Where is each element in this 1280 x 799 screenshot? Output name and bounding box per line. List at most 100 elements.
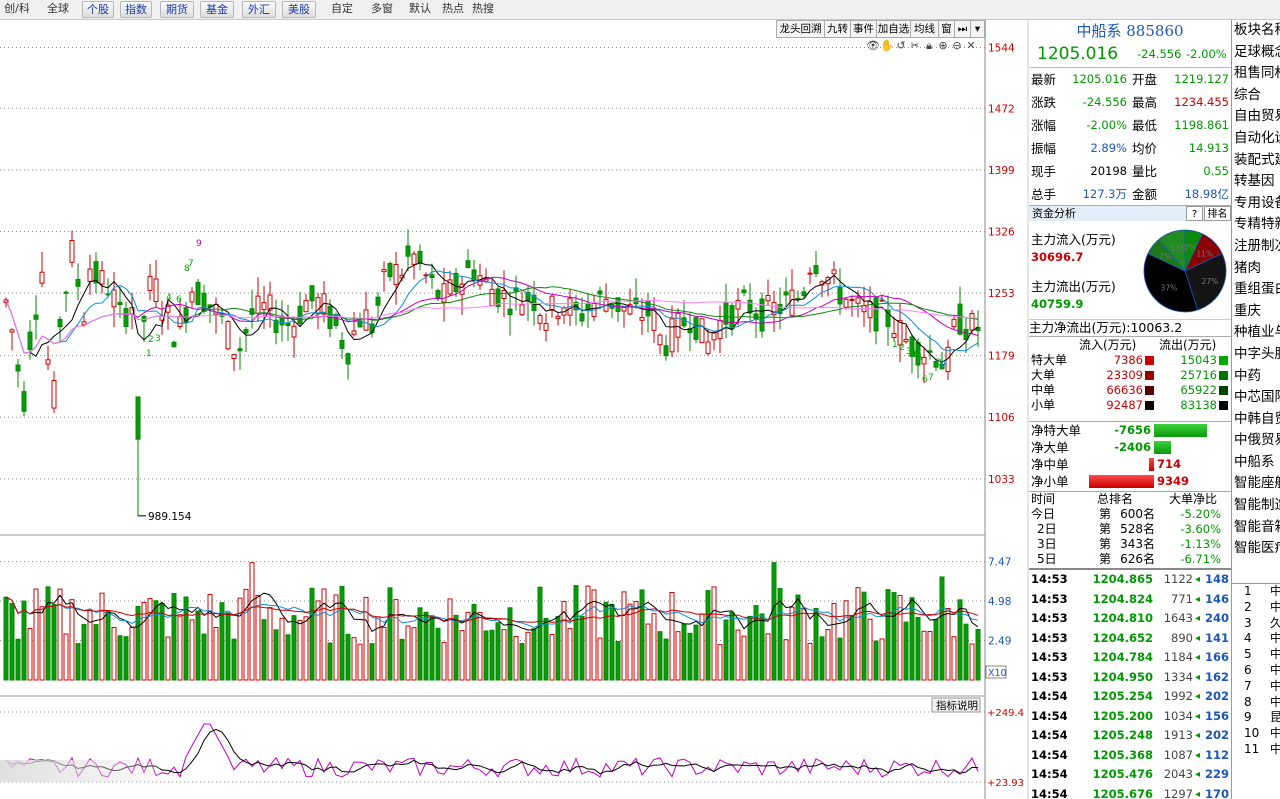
tick-row[interactable]: 14:53 1204.652 890 ◂ 141 — [1029, 629, 1231, 649]
sector-item[interactable]: 中船系 — [1232, 452, 1280, 474]
eye-icon[interactable]: 👁 — [866, 39, 880, 53]
sector-item[interactable]: 中芯国际 — [1232, 387, 1280, 409]
stock-name-fragment: 中 — [1270, 679, 1280, 695]
toolbar-button-10[interactable]: 默认 — [406, 1, 434, 18]
tick-row[interactable]: 14:53 1204.950 1334 ◂ 162 — [1029, 668, 1231, 688]
flow-row-name: 中单 — [1031, 383, 1056, 397]
sector-stock-row[interactable]: 2中 — [1232, 600, 1280, 616]
hand-icon[interactable]: ✋ — [880, 39, 894, 53]
price-tick-label: 1106 — [988, 412, 1015, 424]
sector-stock-row[interactable]: 10 中 — [1232, 726, 1280, 742]
help-button[interactable]: ? — [1186, 206, 1203, 221]
toolbar-button-11[interactable]: 热点 — [440, 1, 466, 18]
undo-icon[interactable]: ↺ — [894, 39, 908, 53]
sector-stock-row[interactable]: 8中 — [1232, 695, 1280, 711]
tick-row[interactable]: 14:53 1204.810 1643 ◂ 240 — [1029, 609, 1231, 629]
volume-bar — [303, 616, 309, 681]
sector-item[interactable]: 自动化设 — [1232, 128, 1280, 150]
chart-tab-6[interactable]: ⏭ — [955, 21, 971, 37]
rank-suffix: 名 — [1143, 552, 1156, 566]
toolbar-button-1[interactable]: 全球 — [44, 1, 72, 18]
sector-item[interactable]: 中俄贸易 — [1232, 430, 1280, 452]
sector-item[interactable]: 智能制造 — [1232, 495, 1280, 517]
chart-tab-2[interactable]: 事件 — [851, 21, 877, 37]
sector-item[interactable]: 专用设备 — [1232, 193, 1280, 215]
toolbar-button-8[interactable]: 自定 — [328, 1, 356, 18]
volume-bar — [675, 631, 681, 681]
volume-bar — [453, 614, 459, 681]
sector-item[interactable]: 租售同权 — [1232, 63, 1280, 85]
tick-direction-icon: ◂ — [1195, 710, 1201, 722]
volume-bar — [285, 634, 291, 681]
sector-item[interactable]: 装配式建 — [1232, 150, 1280, 172]
tick-row[interactable]: 14:53 1204.784 1184 ◂ 166 — [1029, 648, 1231, 668]
toolbar-button-9[interactable]: 多窗 — [368, 1, 396, 18]
sector-item[interactable]: 中字头股 — [1232, 344, 1280, 366]
sector-stock-row[interactable]: 11 中 — [1232, 742, 1280, 758]
volume-bar — [789, 606, 795, 681]
sector-item[interactable]: 专精特新 — [1232, 214, 1280, 236]
volume-bar — [165, 636, 171, 681]
sector-item[interactable]: 智能医疗 — [1232, 538, 1280, 560]
sector-item[interactable]: 注册制次 — [1232, 236, 1280, 258]
tick-row[interactable]: 14:53 1204.865 1122 ◂ 148 — [1029, 570, 1231, 590]
sector-stock-row[interactable]: 7中 — [1232, 679, 1280, 695]
scissors-icon[interactable]: ✂ — [908, 39, 922, 53]
sector-item[interactable]: 重组蛋白 — [1232, 279, 1280, 301]
chart-tab-3[interactable]: 加自选 — [877, 21, 911, 37]
sector-item[interactable]: 转基因 — [1232, 171, 1280, 193]
low-label: 989.154 — [148, 511, 192, 523]
chart-tab-4[interactable]: 均线 — [911, 21, 939, 37]
zoom-out-icon[interactable]: ⊖ — [950, 39, 964, 53]
tick-row[interactable]: 14:54 1205.248 1913 ◂ 202 — [1029, 726, 1231, 746]
zoom-in-icon[interactable]: ⊕ — [936, 39, 950, 53]
toolbar-button-6[interactable]: 外汇 — [242, 1, 276, 18]
sector-stock-row[interactable]: 1中 — [1232, 584, 1280, 600]
tick-time: 14:53 — [1031, 611, 1068, 625]
tick-row[interactable]: 14:53 1204.824 771 ◂ 146 — [1029, 590, 1231, 610]
sector-stock-row[interactable]: 9昆 — [1232, 710, 1280, 726]
toolbar-button-3[interactable]: 指数 — [120, 1, 152, 18]
sector-item[interactable]: 种植业与 — [1232, 322, 1280, 344]
sector-item[interactable]: 足球概念 — [1232, 42, 1280, 64]
sector-item[interactable]: 猪肉 — [1232, 258, 1280, 280]
sector-stock-row[interactable]: 5中 — [1232, 647, 1280, 663]
toolbar-button-2[interactable]: 个股 — [82, 1, 114, 18]
tick-row[interactable]: 14:54 1205.368 1087 ◂ 112 — [1029, 746, 1231, 766]
toolbar-button-0[interactable]: 创/科 — [2, 1, 32, 18]
sector-item[interactable]: 智能座舱 — [1232, 473, 1280, 495]
sector-stock-row[interactable]: 3久 — [1232, 616, 1280, 632]
toolbar-button-7[interactable]: 美股 — [282, 1, 316, 18]
sector-item[interactable]: 智能音箱 — [1232, 517, 1280, 539]
toolbar-button-4[interactable]: 期货 — [160, 1, 194, 18]
sector-item[interactable]: 综合 — [1232, 85, 1280, 107]
sector-item[interactable]: 自由贸易 — [1232, 106, 1280, 128]
quote-panel: 中船系 885860 1205.016 -24.556 -2.00% 最新 120… — [1029, 20, 1231, 799]
chart-tab-7[interactable]: ▾ — [971, 21, 985, 37]
volume-bar — [885, 589, 891, 681]
tick-row[interactable]: 14:54 1205.200 1034 ◂ 156 — [1029, 707, 1231, 727]
rank-ratio: -5.20% — [1180, 507, 1221, 521]
sector-item[interactable]: 中药 — [1232, 366, 1280, 388]
flow-row: 中单 66636 65922 — [1029, 383, 1231, 398]
tick-list[interactable]: 14:53 1204.865 1122 ◂ 148 14:53 1204.824 771 ◂ 14… — [1029, 568, 1231, 799]
close-icon[interactable]: ✕ — [964, 39, 978, 53]
chart-tab-0[interactable]: 龙头回溯 — [777, 21, 825, 37]
chart-tab-5[interactable]: 窗 — [939, 21, 955, 37]
tick-row[interactable]: 14:54 1205.676 1297 ◂ 170 — [1029, 785, 1231, 799]
candle — [225, 319, 231, 351]
chart-tab-1[interactable]: 九转 — [825, 21, 851, 37]
toolbar-button-5[interactable]: 基金 — [200, 1, 234, 18]
tick-row[interactable]: 14:54 1205.476 2043 ◂ 229 — [1029, 765, 1231, 785]
candlestick-chart[interactable]: 15441472139913261253117911061033989.1549… — [0, 20, 1027, 799]
sector-stock-row[interactable]: 6中 — [1232, 663, 1280, 679]
toolbar-button-12[interactable]: 热搜 — [470, 1, 496, 18]
sector-item[interactable]: 重庆 — [1232, 301, 1280, 323]
tick-row[interactable]: 14:54 1205.254 1992 ◂ 202 — [1029, 687, 1231, 707]
volume-bar — [207, 594, 213, 681]
sector-item[interactable]: 中韩自贸 — [1232, 409, 1280, 431]
sector-stock-row[interactable]: 4中 — [1232, 631, 1280, 647]
rank-button[interactable]: 排名 — [1204, 206, 1231, 221]
quote-label: 均价 — [1132, 141, 1158, 156]
lock-icon[interactable]: 🔒︎ — [922, 39, 936, 53]
